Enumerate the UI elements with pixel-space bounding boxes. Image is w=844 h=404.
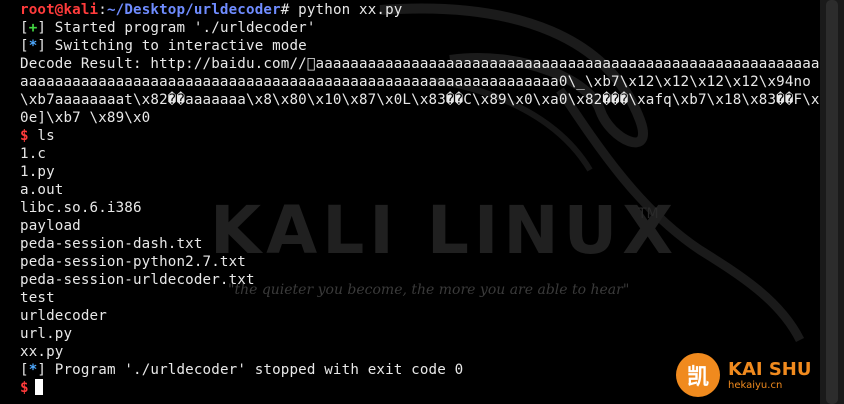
terminal-output[interactable]: root@kali:~/Desktop/urldecoder# python x… bbox=[20, 1, 820, 397]
file-entry: test bbox=[20, 290, 55, 306]
prompt-separator: : bbox=[98, 2, 107, 18]
shell-prompt: $ bbox=[20, 380, 29, 396]
ls-command-line: $ ls bbox=[20, 127, 820, 145]
text-cursor bbox=[34, 379, 43, 395]
file-entry: payload bbox=[20, 218, 81, 234]
shell-prompt: $ bbox=[20, 128, 29, 144]
decode-result: Decode Result: http://baidu.com// aaaaaa… bbox=[20, 56, 820, 126]
file-entry: url.py bbox=[20, 326, 73, 342]
output-text: Program './urldecoder' stopped with exit… bbox=[46, 362, 464, 378]
logo-name: KAI SHU bbox=[728, 358, 812, 380]
ls-command: ls bbox=[28, 128, 55, 144]
star-marker: * bbox=[28, 362, 38, 378]
logo-url: hekaiyu.cn bbox=[728, 379, 783, 391]
star-marker: * bbox=[28, 38, 38, 54]
command-text: python xx.py bbox=[289, 2, 403, 18]
file-entry: peda-session-dash.txt bbox=[20, 236, 203, 252]
file-entry: libc.so.6.i386 bbox=[20, 200, 142, 216]
command-line: root@kali:~/Desktop/urldecoder# python x… bbox=[20, 1, 820, 19]
file-entry: peda-session-urldecoder.txt bbox=[20, 272, 255, 288]
file-entry: urldecoder bbox=[20, 308, 107, 324]
file-entry: peda-session-python2.7.txt bbox=[20, 254, 246, 270]
kaishu-logo-icon: 凯 bbox=[676, 353, 720, 397]
output-line-started: [+] Started program './urldecoder' bbox=[20, 20, 316, 36]
output-line-switching: [*] Switching to interactive mode bbox=[20, 38, 307, 54]
plus-marker: + bbox=[28, 20, 38, 36]
file-entry: 1.c bbox=[20, 146, 47, 162]
output-text: Switching to interactive mode bbox=[46, 38, 307, 54]
prompt-user: root@kali bbox=[20, 2, 99, 18]
output-text: Started program './urldecoder' bbox=[46, 20, 316, 36]
prompt-path: ~/Desktop/urldecoder bbox=[106, 2, 281, 18]
file-entry: a.out bbox=[20, 182, 64, 198]
file-entry: 1.py bbox=[20, 164, 55, 180]
terminal-scrollbar[interactable] bbox=[820, 0, 844, 404]
scrollbar-thumb[interactable] bbox=[826, 0, 838, 404]
kaishu-logo: 凯 KAI SHU hekaiyu.cn bbox=[676, 353, 812, 397]
